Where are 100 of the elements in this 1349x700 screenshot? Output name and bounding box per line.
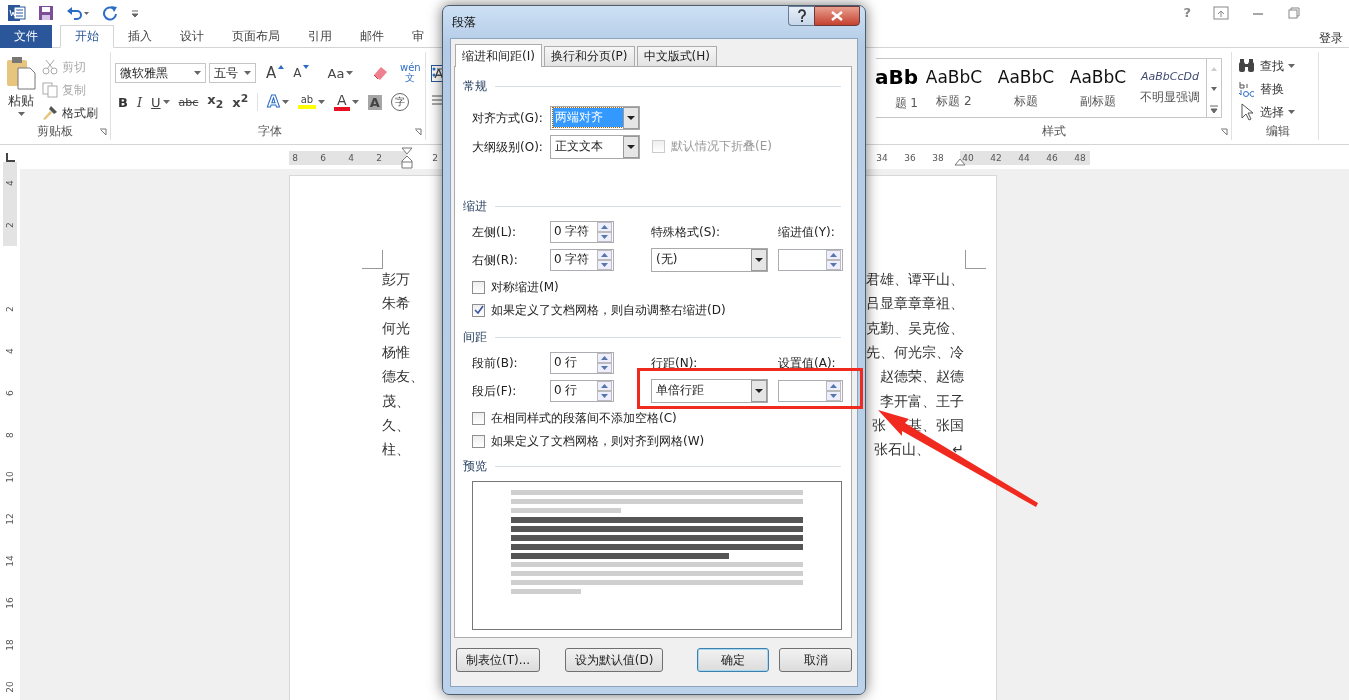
paste-button[interactable]: 粘贴 — [0, 52, 42, 122]
ruler-number: 8 — [4, 431, 16, 440]
spin-arrows-icon[interactable] — [826, 249, 841, 270]
strikethrough-button[interactable]: abc — [175, 92, 202, 112]
document-text: 柱、 — [382, 441, 410, 460]
dialog-launcher-icon[interactable] — [414, 128, 422, 136]
checkbox-label[interactable]: 对称缩进(M) — [491, 278, 559, 296]
style-option[interactable]: aBb 题 1 — [876, 59, 918, 117]
font-size-field[interactable]: 五号 — [209, 63, 256, 83]
ruler-number: 14 — [4, 554, 16, 568]
word-document-icon[interactable] — [8, 3, 26, 22]
dropdown[interactable]: (无) — [651, 247, 768, 272]
ruler-number: 4 — [4, 179, 16, 188]
ruler-number: 8 — [291, 153, 299, 163]
spin-arrows-icon[interactable] — [597, 249, 612, 270]
ribbon-tab[interactable]: 开始 — [60, 25, 114, 48]
spin-field[interactable]: 0 行 — [550, 379, 614, 402]
dropdown[interactable]: 正文文本 — [550, 134, 640, 159]
dialog-launcher-icon[interactable] — [1220, 128, 1228, 136]
document-text: 张 — [871, 416, 886, 435]
editing-button[interactable]: 选择 — [1238, 102, 1318, 122]
dropdown[interactable]: 单倍行距 — [651, 378, 768, 403]
dialog-launcher-icon[interactable] — [99, 128, 107, 136]
tab-selector-icon[interactable] — [4, 152, 16, 164]
field-label: 段后(F): — [472, 383, 517, 398]
dialog-tab[interactable]: 中文版式(H) — [636, 46, 717, 66]
style-option[interactable]: AaBbC 标题 — [990, 59, 1062, 117]
phonetic-guide-button[interactable]: wén 文 — [395, 63, 426, 83]
copy-icon — [42, 82, 58, 98]
redo-icon[interactable] — [102, 4, 118, 21]
checkbox-label[interactable]: 在相同样式的段落间不添加空格(C) — [491, 409, 677, 427]
customize-caret-icon[interactable] — [130, 7, 140, 18]
underline-button[interactable]: U — [148, 92, 173, 112]
ribbon-tab[interactable]: 审 — [398, 25, 438, 48]
style-option[interactable]: AaBbC 副标题 — [1062, 59, 1134, 117]
spin-field[interactable] — [778, 379, 843, 402]
checkbox[interactable] — [472, 411, 485, 425]
checkbox[interactable] — [472, 280, 485, 294]
spin-arrows-icon[interactable] — [597, 380, 612, 401]
ribbon-tab[interactable]: 插入 — [114, 25, 166, 48]
bold-button[interactable]: B — [115, 92, 131, 112]
dialog-tab[interactable]: 换行和分页(P) — [543, 46, 635, 66]
pointer-icon — [1238, 103, 1256, 121]
ribbon-tab[interactable]: 邮件 — [346, 25, 398, 48]
ribbon-tab[interactable]: 引用 — [294, 25, 346, 48]
ribbon-tab[interactable]: 设计 — [166, 25, 218, 48]
style-option[interactable]: AaBbCcDd 不明显强调 — [1134, 59, 1206, 117]
ribbon-tab[interactable]: 页面布局 — [218, 25, 294, 48]
style-option[interactable]: AaBbC 标题 2 — [918, 59, 990, 117]
spin-arrows-icon[interactable] — [826, 380, 841, 401]
save-icon[interactable] — [38, 4, 54, 21]
spin-field[interactable] — [778, 248, 843, 271]
dialog-tab[interactable]: 缩进和间距(I) — [455, 44, 542, 67]
section-heading: 缩进 — [463, 197, 487, 215]
subscript-button[interactable]: x$_{2}$ — [204, 92, 227, 112]
help-button[interactable]: ? — [1183, 5, 1191, 20]
ribbon-display-icon[interactable] — [1213, 5, 1229, 20]
font-name-field[interactable]: 微软雅黑 — [115, 63, 206, 83]
shrink-font-button[interactable]: A — [290, 63, 313, 83]
help-button[interactable] — [788, 6, 814, 26]
document-text: 赵德荣、赵德 — [880, 368, 964, 387]
restore-icon[interactable] — [1287, 5, 1301, 20]
dialog-button[interactable]: 制表位(T)... — [456, 648, 541, 672]
ruler-number: 16 — [4, 596, 16, 610]
highlight-button[interactable]: ab — [294, 92, 329, 112]
superscript-button[interactable]: x$^{2}$ — [229, 92, 252, 112]
editing-button[interactable]: 查找 — [1238, 56, 1318, 76]
ruler-number: 18 — [4, 638, 16, 652]
editing-button[interactable]: 替换 — [1238, 79, 1318, 99]
font-color-button[interactable]: A — [331, 92, 362, 112]
spin-field[interactable]: 0 字符 — [550, 220, 614, 243]
dialog-button[interactable]: 设为默认值(D) — [565, 648, 663, 672]
ruler-number: 42 — [989, 153, 1003, 163]
spin-field[interactable]: 0 行 — [550, 351, 614, 374]
spin-arrows-icon[interactable] — [597, 352, 612, 373]
grow-font-button[interactable]: A — [263, 63, 288, 83]
clipboard-button[interactable]: 格式刷 — [42, 104, 98, 122]
change-case-button[interactable]: Aa — [324, 63, 357, 83]
checkbox[interactable] — [472, 303, 485, 317]
sign-in-link[interactable]: 登录 — [1319, 25, 1349, 47]
spin-field[interactable]: 0 字符 — [550, 248, 614, 271]
ruler-number: 36 — [903, 153, 917, 163]
spin-arrows-icon[interactable] — [597, 221, 612, 242]
checkbox[interactable] — [472, 434, 485, 448]
dialog-button[interactable]: 确定 — [696, 648, 770, 672]
caret-icon — [17, 112, 25, 116]
eraser-icon — [371, 65, 390, 81]
checkbox-label[interactable]: 如果定义了文档网格，则自动调整右缩进(D) — [491, 301, 726, 319]
indent-marker-icon[interactable] — [401, 147, 413, 169]
italic-button[interactable]: I — [133, 92, 146, 112]
scissors-icon — [42, 59, 58, 75]
undo-icon[interactable] — [66, 4, 90, 21]
dialog-button[interactable]: 取消 — [779, 648, 852, 672]
document-text: ↵ — [952, 441, 964, 460]
checkbox-label[interactable]: 如果定义了文档网格，则对齐到网格(W) — [491, 432, 705, 450]
section-heading: 预览 — [463, 457, 487, 475]
text-effects-button[interactable]: A — [264, 92, 292, 112]
paintbrush-icon — [42, 105, 58, 121]
close-button[interactable] — [814, 6, 860, 26]
file-tab[interactable]: 文件 — [0, 25, 52, 48]
